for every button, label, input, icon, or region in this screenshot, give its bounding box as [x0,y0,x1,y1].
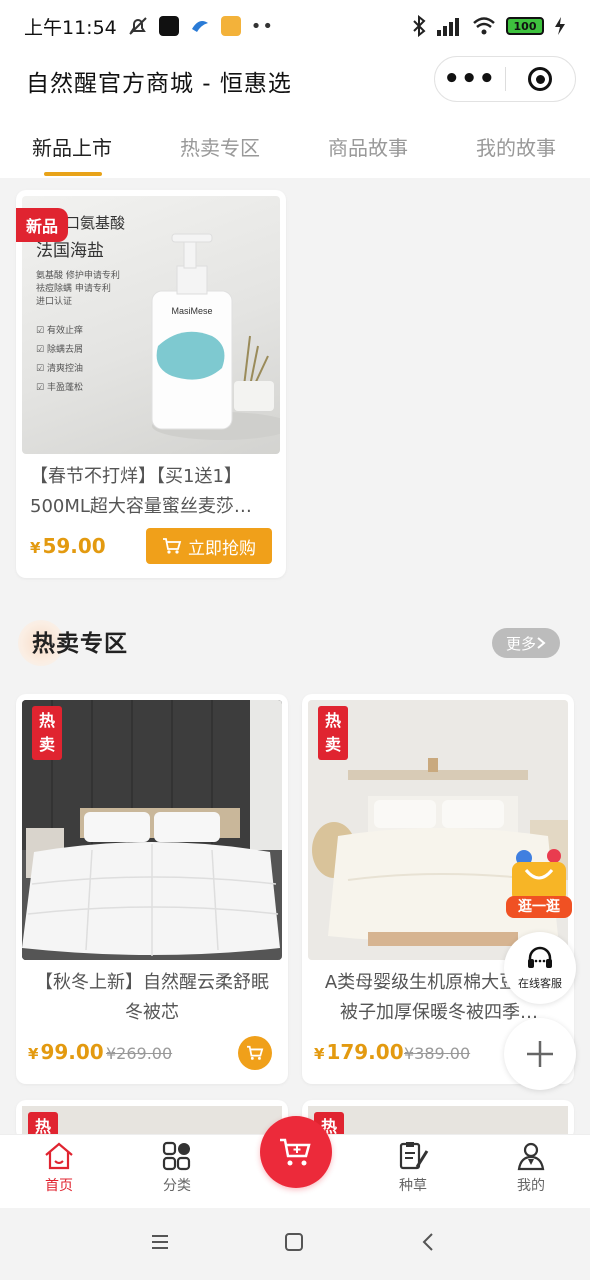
original-price: ¥269.00 [106,1044,173,1063]
service-label: 在线客服 [518,977,562,990]
product-title[interactable]: 【春节不打烊】【买1送1】500ML超大容量蜜丝麦莎… [30,462,274,522]
home-nav-icon[interactable] [284,1232,304,1252]
tabbar-cart-button[interactable] [260,1116,332,1188]
mine-label: 我的 [517,1178,545,1194]
weibo-icon [220,16,241,36]
add-to-cart-button[interactable] [238,1036,272,1070]
grass-label: 种草 [399,1178,427,1194]
status-time: 上午11:54 [24,16,117,39]
hot-badge: 热卖 [318,706,348,760]
system-navigation-bar [0,1208,590,1280]
tiktok-icon [158,16,179,36]
shopping-bag-float-button[interactable]: 逛一逛 [504,846,574,920]
bottle-brand-label: MasiMese [171,306,212,316]
battery-icon: 100 [506,17,544,35]
more-label: 更多 [505,634,536,653]
cart-icon [247,1045,264,1060]
category-label: 分类 [163,1178,191,1194]
guang-label: 逛一逛 [518,899,560,915]
cart-icon [163,538,182,554]
claim-1: 氨基酸 修护申请专利 [36,271,120,281]
plus-icon [527,1041,553,1067]
back-nav-icon[interactable] [420,1232,436,1252]
signal-icon [437,18,459,36]
more-notifications-icon: •• [250,15,274,37]
claim-3: 进口认证 [36,297,73,307]
page-title: 自然醒官方商城 - 恒惠选 [26,71,292,97]
mini-program-header: 自然醒官方商城 - 恒惠选 ••• [0,52,590,110]
category-tabs: 新品上市 热卖专区 商品故事 我的故事 [0,110,590,178]
hot-badge: 热卖 [32,706,62,760]
tabbar-category[interactable]: 分类 [137,1141,217,1195]
buy-now-label: 立即抢购 [188,538,256,559]
tabbar-home[interactable]: 首页 [19,1141,99,1195]
mini-program-capsule: ••• [434,56,576,102]
mute-bell-icon [129,17,147,35]
new-product-card[interactable]: MasiMese 进口氨基酸 法国海盐 氨基酸 修护申请专利 祛痘除螨 申请专利… [16,190,286,578]
more-menu-button[interactable]: ••• [435,66,505,92]
add-float-button[interactable] [504,1018,576,1090]
new-badge: 新品 [16,208,69,242]
headset-icon [528,946,552,968]
menu-nav-icon[interactable] [150,1232,170,1252]
product-price: ¥59.00 [30,534,106,558]
customer-service-button[interactable]: 在线客服 [504,932,576,1004]
tab-product-stories[interactable]: 商品故事 [328,132,408,161]
more-button[interactable]: 更多 [492,628,560,658]
feature-3: ☑ 清爽控油 [36,364,83,374]
bird-app-icon [191,21,208,32]
claim-2: 祛痘除螨 申请专利 [36,284,111,294]
feature-1: ☑ 有效止痒 [36,326,83,336]
product-price: ¥99.00 [28,1040,104,1064]
tab-hot-sale[interactable]: 热卖专区 [180,132,260,161]
tabbar-mine[interactable]: 我的 [491,1141,571,1195]
wifi-icon [473,17,495,35]
bluetooth-icon [413,15,426,37]
status-bar: 上午11:54 •• 100 [0,0,590,52]
feature-2: ☑ 除螨去屑 [36,345,83,355]
product-title[interactable]: 【秋冬上新】自然醒云柔舒眠冬被芯 [30,968,274,1028]
close-target-icon [528,67,553,91]
home-label: 首页 [45,1178,73,1194]
close-mini-program-button[interactable] [506,67,576,91]
tab-my-stories[interactable]: 我的故事 [476,132,556,161]
hot-section-title: 热卖专区 [32,631,128,657]
image-claims: 氨基酸 修护申请专利 祛痘除螨 申请专利 进口认证 [36,270,120,309]
hot-product-card[interactable]: 热卖 【秋冬上新】自然醒云柔舒眠冬被芯 ¥99.00 ¥269.00 [16,694,288,1084]
status-system-icons: 100 [412,15,566,37]
notes-icon [399,1142,429,1170]
tab-new-products[interactable]: 新品上市 [32,132,112,161]
category-icon [162,1141,191,1171]
active-tab-indicator [44,172,102,176]
cart-plus-icon [280,1138,311,1166]
image-features: ☑ 有效止痒 ☑ 除螨去屑 ☑ 清爽控油 ☑ 丰盈蓬松 [36,322,83,398]
feature-4: ☑ 丰盈蓬松 [36,383,83,393]
tabbar-grass[interactable]: 种草 [373,1141,453,1195]
user-icon [517,1142,545,1171]
home-icon [45,1142,73,1170]
charging-icon [555,17,565,35]
status-notification-icons: •• [127,15,274,37]
chevron-right-icon [537,637,546,649]
product-price: ¥179.00 [314,1040,404,1064]
buy-now-button[interactable]: 立即抢购 [146,528,272,564]
original-price: ¥389.00 [404,1044,471,1063]
